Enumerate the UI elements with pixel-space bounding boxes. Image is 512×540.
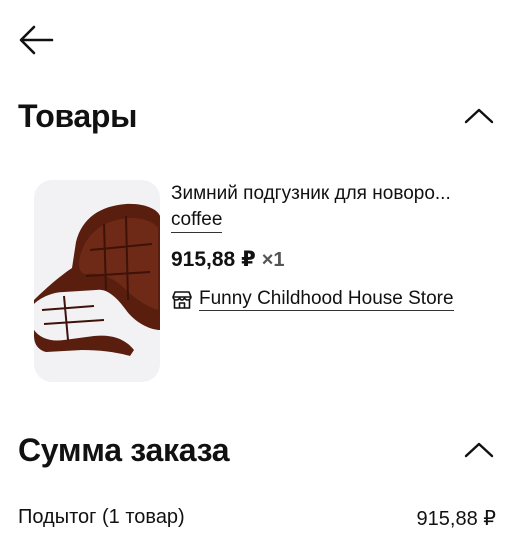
subtotal-row: Подытог (1 товар) 915,88 ₽: [18, 506, 496, 531]
chevron-up-icon[interactable]: [462, 104, 496, 128]
product-item[interactable]: Зимний подгузник для новоро... coffee 91…: [34, 178, 496, 384]
product-info: Зимний подгузник для новоро... coffee 91…: [171, 182, 496, 311]
summary-section-title: Сумма заказа: [18, 431, 230, 468]
arrow-left-icon: [19, 25, 54, 55]
subtotal-value: 915,88 ₽: [416, 508, 496, 530]
summary-section-header: Сумма заказа: [18, 428, 496, 472]
product-quantity: ×1: [261, 249, 285, 271]
store-link[interactable]: Funny Childhood House Store: [171, 288, 496, 311]
subtotal-label: Подытог (1 товар): [18, 506, 185, 528]
goods-section-title: Товары: [18, 97, 138, 134]
store-name[interactable]: Funny Childhood House Store: [199, 288, 454, 311]
price-row: 915,88 ₽ ×1: [171, 247, 496, 272]
product-image[interactable]: [34, 180, 160, 382]
product-price: 915,88 ₽: [171, 248, 256, 271]
back-button[interactable]: [16, 22, 56, 58]
goods-section-header: Товары: [18, 94, 496, 138]
product-title[interactable]: Зимний подгузник для новоро...: [171, 182, 481, 206]
chevron-up-icon[interactable]: [462, 438, 496, 462]
storefront-icon: [172, 290, 192, 309]
product-variant[interactable]: coffee: [171, 208, 223, 233]
